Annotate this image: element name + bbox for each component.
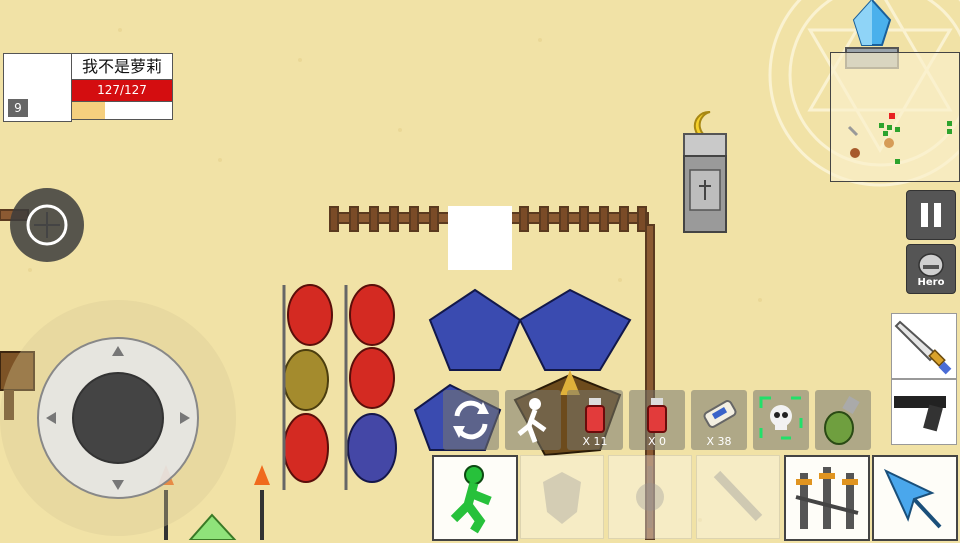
- moon-pillar: [683, 110, 727, 233]
- item-count: X 11: [582, 435, 608, 448]
- swap-arrows-icon: [453, 400, 489, 440]
- minimap[interactable]: [830, 52, 960, 182]
- player-name: 我不是萝莉: [71, 53, 173, 80]
- hero-label: Hero: [917, 276, 945, 288]
- dash-runner-icon: [517, 398, 547, 443]
- sword-icon: [713, 470, 763, 522]
- skill-ice-arrow[interactable]: [872, 455, 958, 541]
- minimap-markers: [847, 113, 952, 164]
- item-slot-swap[interactable]: [443, 390, 499, 450]
- sword-icon: [894, 320, 952, 375]
- pause-button[interactable]: [906, 190, 956, 240]
- item-slot-dash[interactable]: [505, 390, 561, 450]
- item-slot-target[interactable]: [753, 390, 809, 450]
- shield-icon: [543, 472, 581, 524]
- placeholder-marker: [448, 206, 512, 270]
- skill-light[interactable]: [608, 455, 692, 539]
- sparkle-icon: [636, 466, 664, 528]
- player-level: 9: [8, 99, 28, 117]
- skill-bar: [432, 455, 960, 541]
- player-hp-bar: 127/127: [71, 79, 173, 102]
- hero-button[interactable]: Hero: [906, 244, 956, 294]
- skill-blade-barrier[interactable]: [784, 455, 870, 541]
- item-slot-scroll[interactable]: X 38: [691, 390, 747, 450]
- pause-icon: [921, 203, 941, 227]
- weapon-slot-sword[interactable]: [891, 313, 957, 379]
- player-avatar[interactable]: 9: [3, 53, 72, 122]
- virtual-joystick[interactable]: [0, 300, 236, 536]
- item-slot-grenade[interactable]: [815, 390, 871, 450]
- weapon-slot-gun[interactable]: [891, 379, 957, 445]
- grenade-icon: [824, 395, 860, 445]
- skill-shield[interactable]: [520, 455, 604, 539]
- item-count: X 38: [706, 435, 732, 448]
- player-status-card: 9 我不是萝莉 127/127: [3, 53, 173, 122]
- aim-button[interactable]: [10, 188, 84, 262]
- triple-swords-icon: [795, 467, 859, 529]
- player-xp-fill: [72, 102, 105, 119]
- item-strip: X 11 X 0 X 38: [443, 390, 873, 450]
- helmet-icon: [918, 252, 944, 277]
- skill-run[interactable]: [432, 455, 518, 541]
- skill-sword[interactable]: [696, 455, 780, 539]
- item-slot-potion-a[interactable]: X 11: [567, 390, 623, 450]
- item-slot-potion-b[interactable]: X 0: [629, 390, 685, 450]
- joystick-pad: [37, 337, 199, 499]
- pistol-icon: [894, 396, 946, 432]
- red-dragon-soldiers: [282, 284, 397, 490]
- player-xp-bar: [71, 101, 173, 120]
- ice-arrow-icon: [883, 468, 942, 529]
- green-runner-icon: [450, 465, 492, 534]
- item-count: X 0: [647, 435, 667, 448]
- skull-target-icon: [759, 396, 803, 440]
- crosshair-icon: [26, 204, 68, 246]
